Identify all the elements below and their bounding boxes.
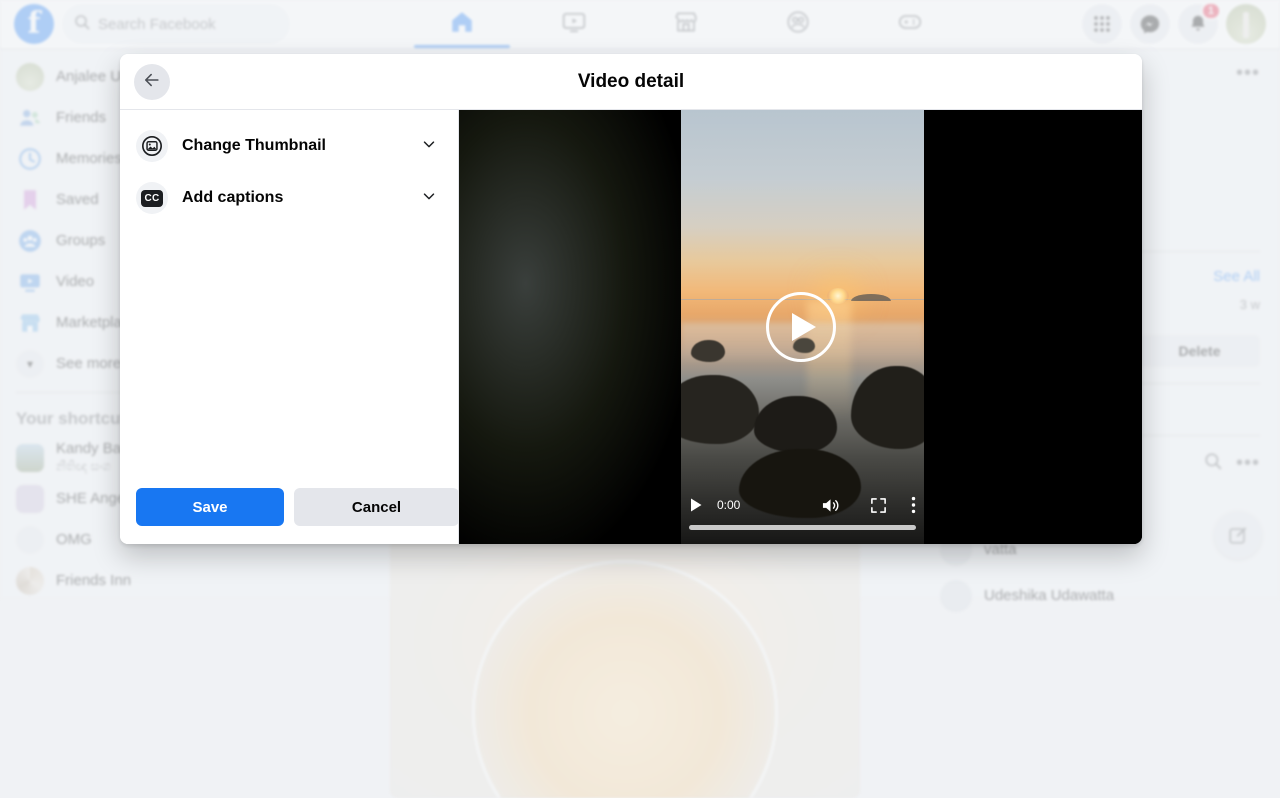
shortcut-sublabel: නීතිඥ සංග — [56, 459, 111, 473]
sidebar-item-label: Video — [56, 273, 94, 290]
options-panel: Change Thumbnail CC Add captions S — [120, 110, 459, 544]
play-icon[interactable] — [689, 497, 703, 513]
shortcut-item[interactable]: Friends Inn — [8, 560, 322, 599]
chevron-down-icon[interactable] — [420, 187, 438, 210]
modal-header: Video detail — [120, 54, 1142, 110]
rock-graphic — [754, 396, 837, 452]
memories-clock-icon — [16, 145, 44, 173]
video-progress-bar[interactable] — [689, 525, 916, 530]
shortcut-label: Friends Inn — [56, 572, 131, 589]
video-controls: 0:00 — [681, 494, 924, 530]
top-bar-actions: 1 — [1082, 4, 1266, 44]
back-button[interactable] — [134, 64, 170, 100]
modal-footer-actions: Save Cancel — [120, 474, 458, 544]
compose-edit-icon[interactable] — [1214, 511, 1262, 559]
video-icon — [561, 9, 587, 40]
nav-tab-groups[interactable] — [742, 0, 854, 48]
option-add-captions[interactable]: CC Add captions — [120, 172, 458, 224]
search-icon — [74, 14, 90, 35]
top-navigation-bar: f Search Facebook — [0, 0, 1280, 48]
contact-name: Udeshika Udawatta — [984, 587, 1114, 604]
facebook-logo-icon[interactable]: f — [14, 4, 54, 44]
island-graphic — [851, 294, 891, 301]
saved-bookmark-icon — [16, 186, 44, 214]
rock-graphic — [691, 340, 725, 362]
search-icon[interactable] — [1204, 452, 1222, 475]
profile-avatar-icon — [16, 63, 44, 91]
sidebar-item-label: Saved — [56, 191, 99, 208]
search-input[interactable]: Search Facebook — [62, 4, 290, 44]
option-label: Change Thumbnail — [182, 137, 406, 155]
nav-tab-marketplace[interactable] — [630, 0, 742, 48]
notifications-bell-icon[interactable]: 1 — [1178, 4, 1218, 44]
shortcut-thumbnail — [16, 567, 44, 595]
friends-icon — [16, 104, 44, 132]
play-button-icon[interactable] — [766, 292, 836, 362]
shortcut-thumbnail — [16, 485, 44, 513]
sidebar-item-label: Friends — [56, 109, 106, 126]
rock-graphic — [851, 366, 924, 448]
chevron-down-icon: ▾ — [16, 350, 44, 378]
more-vertical-icon[interactable] — [911, 496, 916, 514]
image-circle-icon — [136, 130, 168, 162]
option-change-thumbnail[interactable]: Change Thumbnail — [120, 120, 458, 172]
grid-menu-icon[interactable] — [1082, 4, 1122, 44]
home-icon — [449, 9, 475, 40]
video-controls-row: 0:00 — [689, 494, 916, 516]
current-time: 0:00 — [717, 498, 740, 512]
contact-avatar — [940, 580, 972, 612]
sidebar-item-label: See more — [56, 355, 121, 372]
rock-graphic — [681, 375, 759, 444]
options-list: Change Thumbnail CC Add captions — [120, 110, 458, 474]
more-horizontal-icon[interactable]: ••• — [1236, 452, 1260, 475]
modal-title: Video detail — [120, 71, 1142, 93]
sidebar-item-label: Memories — [56, 150, 122, 167]
nav-tab-home[interactable] — [406, 0, 518, 48]
contact-list-item[interactable]: Udeshika Udawatta — [932, 573, 1268, 619]
nav-tab-watch[interactable] — [518, 0, 630, 48]
groups-icon — [16, 227, 44, 255]
fullscreen-icon[interactable] — [870, 497, 887, 514]
nav-tab-gaming[interactable] — [854, 0, 966, 48]
chevron-down-icon[interactable] — [420, 135, 438, 158]
groups-icon — [785, 9, 811, 40]
volume-icon[interactable] — [821, 497, 840, 514]
feed-post-media[interactable] — [390, 538, 860, 798]
save-button[interactable]: Save — [136, 488, 284, 526]
main-nav-tabs — [290, 0, 1082, 48]
shortcut-label: OMG — [56, 531, 92, 548]
gaming-icon — [897, 9, 923, 40]
video-player[interactable]: 0:00 — [459, 110, 1142, 544]
play-triangle — [792, 313, 816, 341]
marketplace-icon — [673, 9, 699, 40]
shortcut-label: Kandy Bar — [56, 440, 126, 457]
marketplace-icon — [16, 309, 44, 337]
search-placeholder: Search Facebook — [98, 16, 216, 33]
notification-badge: 1 — [1201, 2, 1221, 20]
sidebar-item-label: Groups — [56, 232, 105, 249]
request-time: 3 w — [1240, 297, 1260, 314]
option-label: Add captions — [182, 189, 406, 207]
video-icon — [16, 268, 44, 296]
cc-badge-text: CC — [141, 190, 163, 207]
profile-avatar[interactable] — [1226, 4, 1266, 44]
shortcut-thumbnail — [16, 444, 44, 472]
more-horizontal-icon[interactable]: ••• — [1236, 62, 1260, 85]
video-detail-modal: Video detail Change Thumbnail — [120, 54, 1142, 544]
messenger-icon[interactable] — [1130, 4, 1170, 44]
video-letterbox-right — [920, 110, 1142, 544]
sidebar-item-label: Anjalee Ud — [56, 68, 129, 85]
modal-body: Change Thumbnail CC Add captions S — [120, 110, 1142, 544]
cancel-button[interactable]: Cancel — [294, 488, 459, 526]
delete-button[interactable]: Delete — [1139, 335, 1260, 367]
back-arrow-icon — [142, 70, 162, 93]
shortcut-thumbnail — [16, 526, 44, 554]
closed-captions-icon: CC — [136, 182, 168, 214]
video-letterbox-left — [459, 110, 681, 544]
